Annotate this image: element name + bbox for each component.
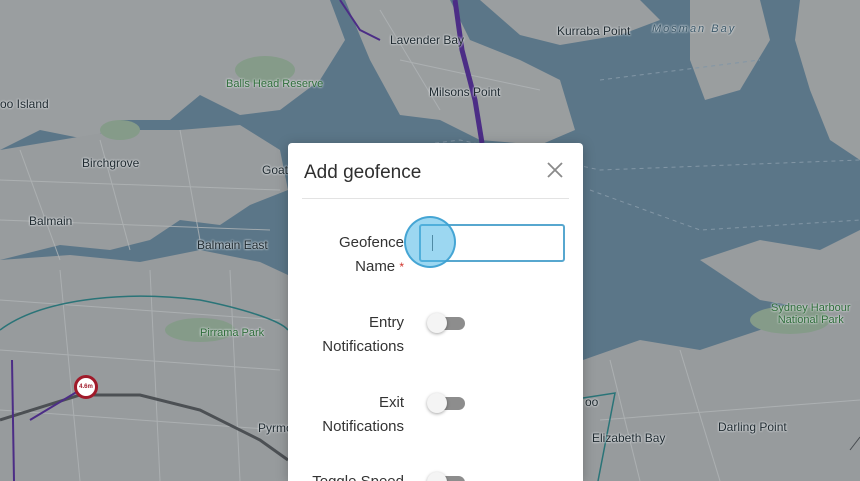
geofence-name-label-line1: Geofence xyxy=(338,234,404,251)
map-label-elizabeth-bay: Elizabeth Bay xyxy=(592,431,666,445)
map-label-balmain: Balmain xyxy=(29,214,73,228)
map-label-sydney-harbour-line1: Sydney Harbour xyxy=(771,302,851,314)
toggle-speed-label: Toggle Speed xyxy=(294,470,404,481)
close-button[interactable] xyxy=(545,160,565,180)
speed-camera-marker[interactable]: 4.6m xyxy=(74,375,98,399)
map-label-pirrama-park: Pirrama Park xyxy=(200,327,265,339)
entry-notifications-toggle[interactable] xyxy=(427,313,465,333)
map-label-sydney-harbour-line2: National Park xyxy=(777,314,844,326)
toggle-knob xyxy=(427,472,447,481)
entry-notifications-label-line1: Entry xyxy=(368,314,404,331)
entry-notifications-label: Entry Notifications xyxy=(294,311,404,359)
exit-notifications-toggle[interactable] xyxy=(427,393,465,413)
map-label-rushcutters: oo xyxy=(585,395,599,409)
exit-notifications-label-line1: Exit xyxy=(378,394,404,411)
geofence-name-label-text: Name xyxy=(355,258,396,275)
title-divider xyxy=(302,198,569,199)
exit-notifications-label: Exit Notifications xyxy=(294,391,404,439)
map-label-island-left: oo Island xyxy=(0,97,49,111)
map-label-milsons-point: Milsons Point xyxy=(429,85,501,99)
click-indicator xyxy=(404,216,456,268)
geofence-name-label: Geofence Name * xyxy=(294,231,404,279)
toggle-speed-toggle[interactable] xyxy=(427,472,465,481)
map-label-balmain-east: Balmain East xyxy=(197,238,268,252)
map-label-kurraba-point: Kurraba Point xyxy=(557,24,631,38)
close-icon xyxy=(547,162,563,178)
map-label-lavender-bay: Lavender Bay xyxy=(390,33,465,47)
map-label-mosman-bay: Mosman Bay xyxy=(652,23,737,35)
toggle-knob xyxy=(427,393,447,413)
map-label-sydney-harbour-np: Sydney Harbour National Park xyxy=(771,302,851,326)
entry-notifications-label-line2: Notifications xyxy=(322,338,404,355)
toggle-knob xyxy=(427,313,447,333)
map-label-balls-head-reserve: Balls Head Reserve xyxy=(226,78,324,90)
map-label-goat-island: Goat xyxy=(262,163,289,177)
map-label-darling-point: Darling Point xyxy=(718,420,787,434)
map-label-birchgrove: Birchgrove xyxy=(82,156,140,170)
add-geofence-dialog: Add geofence Geofence Name * Entry Notif… xyxy=(288,143,583,481)
toggle-speed-label-line1: Toggle Speed xyxy=(294,470,404,481)
required-asterisk: * xyxy=(399,260,404,274)
dialog-title: Add geofence xyxy=(304,162,422,183)
exit-notifications-label-line2: Notifications xyxy=(322,418,404,435)
geofence-name-label-line2: Name * xyxy=(294,255,404,279)
